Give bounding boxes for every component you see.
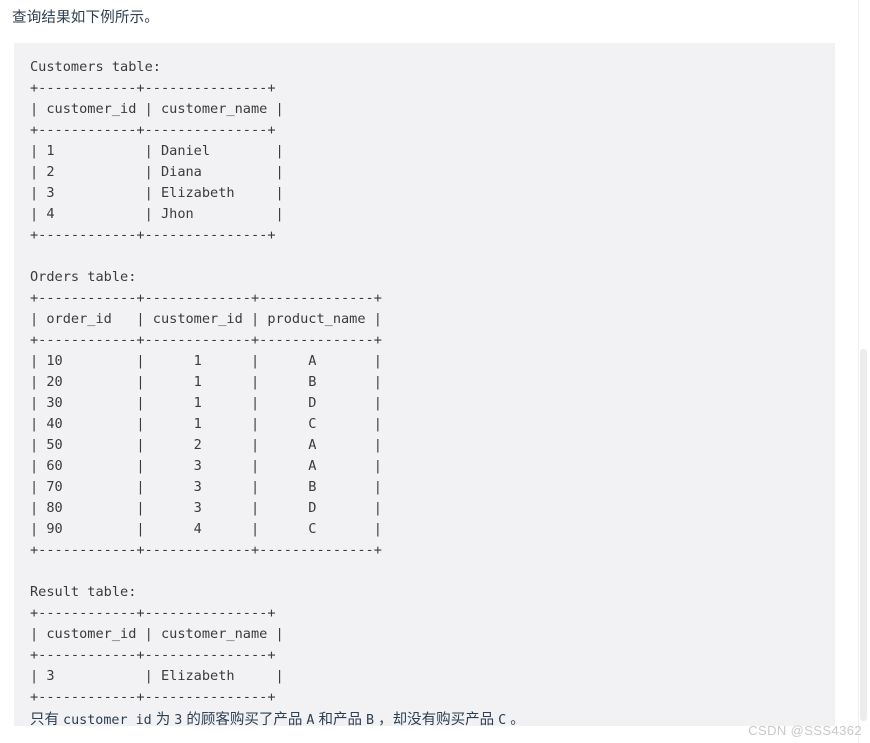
note-part-4: 和产品 bbox=[314, 712, 367, 726]
note-code-product-c: C bbox=[498, 713, 507, 726]
page-scrollbar[interactable] bbox=[858, 0, 870, 743]
table-row: | 40 | 1 | C | bbox=[30, 416, 382, 432]
customers-separator-mid: +------------+---------------+ bbox=[30, 122, 276, 138]
orders-separator-bottom: +------------+-------------+------------… bbox=[30, 542, 382, 558]
note-part-5: ，却没有购买产品 bbox=[374, 712, 499, 726]
code-content: Customers table: +------------+----------… bbox=[30, 57, 835, 708]
customers-separator-top: +------------+---------------+ bbox=[30, 80, 276, 96]
intro-paragraph: 查询结果如下例所示。 bbox=[12, 10, 159, 26]
result-header-row: | customer_id | customer_name | bbox=[30, 626, 284, 642]
table-row: | 50 | 2 | A | bbox=[30, 437, 382, 453]
result-separator-top: +------------+---------------+ bbox=[30, 605, 276, 621]
result-separator-mid: +------------+---------------+ bbox=[30, 647, 276, 663]
result-separator-bottom: +------------+---------------+ bbox=[30, 689, 276, 705]
table-row: | 4 | Jhon | bbox=[30, 206, 284, 222]
orders-table-title: Orders table: bbox=[30, 269, 137, 285]
orders-separator-top: +------------+-------------+------------… bbox=[30, 290, 382, 306]
scrollbar-thumb[interactable] bbox=[860, 349, 867, 721]
note-code-product-b: B bbox=[366, 713, 375, 726]
table-row: | 30 | 1 | D | bbox=[30, 395, 382, 411]
table-row: | 2 | Diana | bbox=[30, 164, 284, 180]
table-row: | 20 | 1 | B | bbox=[30, 374, 382, 390]
table-row: | 10 | 1 | A | bbox=[30, 353, 382, 369]
orders-separator-mid: +------------+-------------+------------… bbox=[30, 332, 382, 348]
customers-table-title: Customers table: bbox=[30, 59, 161, 75]
table-row: | 3 | Elizabeth | bbox=[30, 668, 284, 684]
code-block: Customers table: +------------+----------… bbox=[14, 43, 835, 726]
note-part-6: 。 bbox=[506, 712, 525, 726]
table-row: | 80 | 3 | D | bbox=[30, 500, 382, 516]
customers-separator-bottom: +------------+---------------+ bbox=[30, 227, 276, 243]
result-table-title: Result table: bbox=[30, 584, 137, 600]
table-row: | 70 | 3 | B | bbox=[30, 479, 382, 495]
watermark-text: CSDN @SSS4362 bbox=[748, 723, 862, 738]
table-row: | 90 | 4 | C | bbox=[30, 521, 382, 537]
explanation-note: 只有 customer_id 为 3 的顾客购买了产品 A 和产品 B ，却没有… bbox=[30, 709, 835, 726]
table-row: | 60 | 3 | A | bbox=[30, 458, 382, 474]
note-part-3: 的顾客购买了产品 bbox=[182, 712, 307, 726]
page-root: 查询结果如下例所示。 Customers table: +------------… bbox=[0, 0, 870, 743]
customers-header-row: | customer_id | customer_name | bbox=[30, 101, 284, 117]
note-part-1: 只有 bbox=[30, 712, 64, 726]
table-row: | 3 | Elizabeth | bbox=[30, 185, 284, 201]
note-code-customer-id: customer_id bbox=[63, 713, 152, 726]
orders-header-row: | order_id | customer_id | product_name … bbox=[30, 311, 382, 327]
table-row: | 1 | Daniel | bbox=[30, 143, 284, 159]
note-part-2: 为 bbox=[151, 712, 175, 726]
